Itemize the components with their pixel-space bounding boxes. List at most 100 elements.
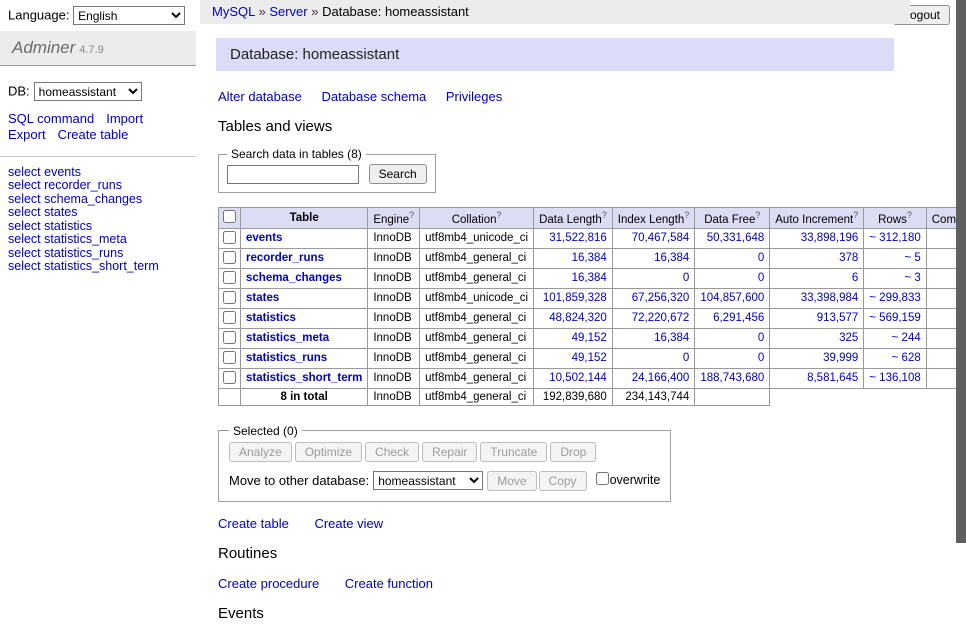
col-header-auto-increment: Auto Increment? bbox=[770, 208, 864, 229]
row-checkbox[interactable] bbox=[223, 251, 236, 264]
row-checkbox[interactable] bbox=[223, 231, 236, 244]
table-name-link[interactable]: statistics bbox=[246, 312, 296, 324]
move-db-select[interactable]: homeassistant bbox=[373, 471, 483, 490]
table-name-link[interactable]: statistics_runs bbox=[246, 352, 327, 364]
sql-command-link[interactable]: SQL command bbox=[8, 111, 94, 126]
sidebar-table-link[interactable]: schema_changes bbox=[44, 192, 142, 206]
table-row: statistics_runsInnoDButf8mb4_general_ci4… bbox=[219, 348, 966, 368]
sidebar-select-link[interactable]: select bbox=[8, 232, 41, 246]
cell-rows-link[interactable]: ~ 244 bbox=[892, 332, 921, 344]
sidebar-table-item: select states bbox=[8, 206, 188, 220]
move-button[interactable]: Move bbox=[487, 471, 536, 491]
sidebar-create-table-link[interactable]: Create table bbox=[58, 127, 129, 142]
cell-rows-link[interactable]: ~ 3 bbox=[904, 272, 920, 284]
adminer-logo-link[interactable]: Adminer bbox=[12, 38, 75, 57]
db-select[interactable]: homeassistant bbox=[34, 82, 142, 101]
table-row: statesInnoDButf8mb4_unicode_ci101,859,32… bbox=[219, 288, 966, 308]
cell-engine: InnoDB bbox=[368, 308, 420, 328]
table-name-link[interactable]: statistics_short_term bbox=[246, 372, 362, 384]
sidebar-select-link[interactable]: select bbox=[8, 192, 41, 206]
db-label: DB: bbox=[8, 84, 30, 99]
analyze-button[interactable]: Analyze bbox=[229, 442, 292, 462]
cell-rows-link[interactable]: ~ 569,159 bbox=[869, 312, 920, 324]
cell-rows-link[interactable]: ~ 628 bbox=[892, 352, 921, 364]
check-button[interactable]: Check bbox=[365, 442, 419, 462]
sidebar-table-item: select recorder_runs bbox=[8, 179, 188, 193]
export-link[interactable]: Export bbox=[8, 127, 46, 142]
table-row: recorder_runsInnoDButf8mb4_general_ci16,… bbox=[219, 248, 966, 268]
search-button[interactable]: Search bbox=[369, 164, 427, 184]
drop-button[interactable]: Drop bbox=[550, 442, 596, 462]
alter-database-link[interactable]: Alter database bbox=[218, 89, 302, 104]
create-function-link[interactable]: Create function bbox=[345, 576, 433, 591]
cell-rows-link[interactable]: ~ 312,180 bbox=[869, 232, 920, 244]
breadcrumb-link[interactable]: MySQL bbox=[212, 4, 255, 19]
table-name-link[interactable]: schema_changes bbox=[246, 272, 342, 284]
select-all-checkbox[interactable] bbox=[223, 210, 236, 223]
cell-auto-increment: 378 bbox=[770, 248, 864, 268]
cell-rows-link[interactable]: ~ 299,833 bbox=[869, 292, 920, 304]
sidebar-table-link[interactable]: states bbox=[44, 205, 77, 219]
optimize-button[interactable]: Optimize bbox=[295, 442, 362, 462]
breadcrumb-link[interactable]: Server bbox=[269, 4, 307, 19]
scrollbar-thumb[interactable] bbox=[956, 0, 966, 543]
sidebar-table-link[interactable]: statistics_short_term bbox=[44, 259, 159, 273]
sidebar-select-link[interactable]: select bbox=[8, 165, 41, 179]
overwrite-checkbox[interactable] bbox=[596, 472, 609, 485]
scrollbar[interactable] bbox=[956, 0, 966, 543]
table-name-link[interactable]: states bbox=[246, 292, 279, 304]
create-procedure-link[interactable]: Create procedure bbox=[218, 576, 319, 591]
sidebar-table-link[interactable]: events bbox=[44, 165, 81, 179]
language-select[interactable]: English bbox=[73, 6, 185, 25]
sidebar-table-item: select events bbox=[8, 166, 188, 180]
row-checkbox[interactable] bbox=[223, 271, 236, 284]
table-create-links: Create table Create view bbox=[218, 516, 894, 531]
import-link[interactable]: Import bbox=[106, 111, 143, 126]
search-input[interactable] bbox=[227, 165, 359, 184]
sidebar-table-link[interactable]: statistics_meta bbox=[44, 232, 127, 246]
sidebar-select-link[interactable]: select bbox=[8, 178, 41, 192]
cell-engine: InnoDB bbox=[368, 228, 420, 248]
cell-data-length: 10,502,144 bbox=[534, 368, 613, 388]
cell-data-free: 0 bbox=[695, 328, 770, 348]
cell-engine: InnoDB bbox=[368, 328, 420, 348]
cell-engine: InnoDB bbox=[368, 288, 420, 308]
sidebar-table-link[interactable]: recorder_runs bbox=[44, 178, 122, 192]
breadcrumb: MySQL » Server » Database: homeassistant bbox=[200, 0, 910, 24]
row-checkbox[interactable] bbox=[223, 331, 236, 344]
tables-heading: Tables and views bbox=[218, 118, 894, 135]
privileges-link[interactable]: Privileges bbox=[446, 89, 502, 104]
sidebar-select-link[interactable]: select bbox=[8, 246, 41, 260]
truncate-button[interactable]: Truncate bbox=[480, 442, 547, 462]
row-checkbox[interactable] bbox=[223, 371, 236, 384]
database-schema-link[interactable]: Database schema bbox=[321, 89, 426, 104]
cell-rows-link[interactable]: ~ 5 bbox=[904, 252, 920, 264]
breadcrumb-current: Database: homeassistant bbox=[322, 4, 469, 19]
sidebar-select-link[interactable]: select bbox=[8, 259, 41, 273]
copy-button[interactable]: Copy bbox=[539, 471, 587, 491]
total-engine: InnoDB bbox=[368, 388, 420, 405]
cell-auto-increment: 6 bbox=[770, 268, 864, 288]
cell-rows-link[interactable]: ~ 136,108 bbox=[869, 372, 920, 384]
cell-engine: InnoDB bbox=[368, 268, 420, 288]
help-marker: ? bbox=[496, 210, 501, 220]
sidebar-select-link[interactable]: select bbox=[8, 205, 41, 219]
selected-legend: Selected (0) bbox=[229, 424, 302, 438]
sidebar-table-link[interactable]: statistics bbox=[44, 219, 92, 233]
table-name-link[interactable]: recorder_runs bbox=[246, 252, 324, 264]
page-title: Database: homeassistant bbox=[216, 38, 894, 71]
sidebar-table-link[interactable]: statistics_runs bbox=[44, 246, 123, 260]
repair-button[interactable]: Repair bbox=[422, 442, 477, 462]
row-checkbox[interactable] bbox=[223, 351, 236, 364]
row-checkbox[interactable] bbox=[223, 311, 236, 324]
breadcrumb-separator: » bbox=[255, 4, 269, 19]
table-name-link[interactable]: events bbox=[246, 232, 282, 244]
create-table-link[interactable]: Create table bbox=[218, 516, 289, 531]
table-row: schema_changesInnoDButf8mb4_general_ci16… bbox=[219, 268, 966, 288]
create-view-link[interactable]: Create view bbox=[314, 516, 383, 531]
help-marker: ? bbox=[907, 210, 912, 220]
row-checkbox[interactable] bbox=[223, 291, 236, 304]
table-name-link[interactable]: statistics_meta bbox=[246, 332, 329, 344]
sidebar-select-link[interactable]: select bbox=[8, 219, 41, 233]
sidebar-table-item: select statistics_meta bbox=[8, 233, 188, 247]
